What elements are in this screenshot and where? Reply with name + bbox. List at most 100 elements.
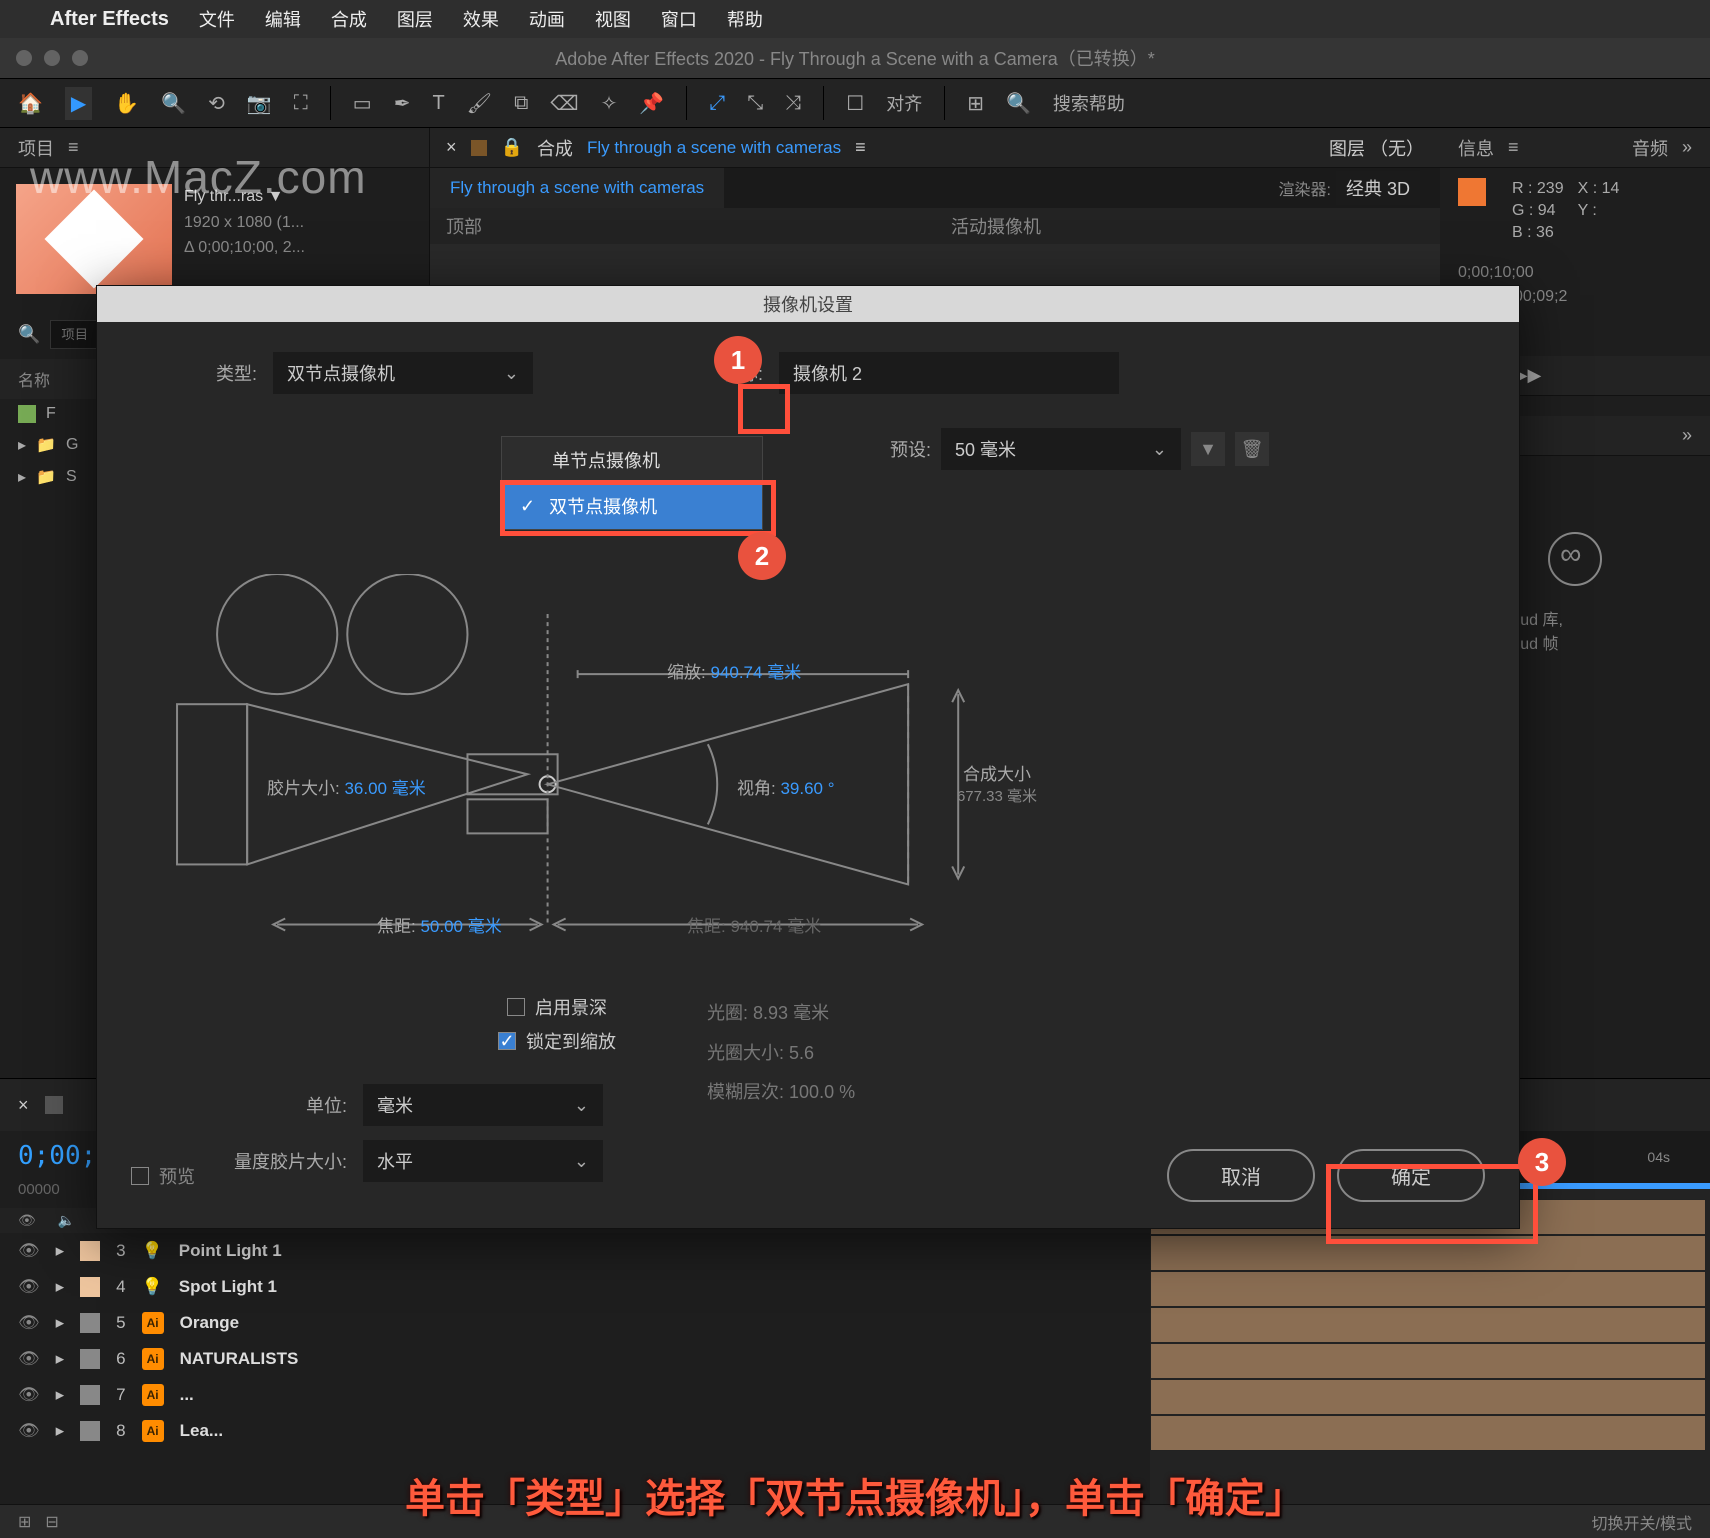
search-icon[interactable]: 🔍	[1006, 91, 1031, 116]
menu-layer[interactable]: 图层	[397, 6, 433, 32]
menu-animation[interactable]: 动画	[529, 6, 565, 32]
zoom-window-icon[interactable]	[72, 50, 88, 66]
visibility-toggle-icon[interactable]: 👁	[18, 1421, 40, 1441]
menu-view[interactable]: 视图	[595, 6, 631, 32]
pen-tool-icon[interactable]: ✒	[394, 91, 411, 116]
menu-effect[interactable]: 效果	[463, 6, 499, 32]
workspace-icon[interactable]: ⊞	[967, 91, 984, 116]
ok-button[interactable]: 确定	[1337, 1149, 1485, 1202]
toggle-switches-label[interactable]: 切换开关/模式	[1592, 1510, 1692, 1534]
visibility-toggle-icon[interactable]: 👁	[18, 1313, 40, 1333]
home-icon[interactable]: 🏠	[18, 91, 43, 116]
comp-name-link[interactable]: Fly through a scene with cameras	[587, 138, 841, 158]
camera-tool-icon[interactable]: 📷	[247, 91, 272, 116]
audio-column-icon[interactable]: 🔈	[58, 1212, 75, 1229]
project-item-name[interactable]: Fly thr...ras ▼	[184, 184, 305, 210]
layer-color-icon[interactable]	[80, 1421, 100, 1441]
orbit-tool-icon[interactable]: ⟲	[208, 91, 225, 116]
close-tab-icon[interactable]: ×	[18, 1095, 29, 1116]
roto-tool-icon[interactable]: ✧	[601, 91, 618, 116]
timeline-footer-icon[interactable]: ⊞	[18, 1512, 31, 1532]
menu-help[interactable]: 帮助	[727, 6, 763, 32]
layer-color-icon[interactable]	[80, 1313, 100, 1333]
axis-local-icon[interactable]: ⤢	[709, 92, 725, 115]
layer-color-icon[interactable]	[80, 1385, 100, 1405]
eraser-tool-icon[interactable]: ⌫	[550, 91, 578, 116]
traffic-lights[interactable]	[16, 50, 88, 66]
expand-icon[interactable]: »	[1682, 425, 1692, 446]
selection-tool-icon[interactable]: ▶	[65, 87, 92, 120]
save-preset-icon[interactable]: ▼	[1191, 432, 1225, 466]
visibility-toggle-icon[interactable]: 👁	[18, 1349, 40, 1369]
layer-track[interactable]	[1150, 1307, 1706, 1343]
preview-checkbox[interactable]	[131, 1167, 149, 1185]
eye-column-icon[interactable]: 👁	[18, 1212, 36, 1229]
units-select[interactable]: 毫米⌄	[363, 1084, 603, 1126]
layer-panel-label[interactable]: 图层 （无）	[1329, 135, 1424, 161]
type-tool-icon[interactable]: T	[432, 92, 444, 115]
pin-tool-icon[interactable]: 📌	[639, 91, 664, 116]
layer-track[interactable]	[1150, 1235, 1706, 1271]
info-panel-title[interactable]: 信息	[1458, 135, 1494, 161]
minimize-window-icon[interactable]	[44, 50, 60, 66]
timeline-tab-icon[interactable]	[45, 1096, 63, 1114]
renderer-selector[interactable]: 渲染器: 经典 3D	[1259, 168, 1440, 208]
film-size-value[interactable]: 36.00 毫米	[344, 779, 425, 798]
panel-menu-icon[interactable]: ≡	[855, 137, 866, 158]
timeline-footer-icon[interactable]: ⊟	[45, 1512, 58, 1532]
visibility-toggle-icon[interactable]: 👁	[18, 1385, 40, 1405]
angle-value[interactable]: 39.60 °	[780, 779, 834, 798]
clone-tool-icon[interactable]: ⧉	[514, 92, 528, 115]
delete-preset-icon[interactable]: 🗑	[1235, 432, 1269, 466]
layer-track[interactable]	[1150, 1271, 1706, 1307]
menu-file[interactable]: 文件	[199, 6, 235, 32]
layer-color-icon[interactable]	[80, 1241, 100, 1261]
close-window-icon[interactable]	[16, 50, 32, 66]
lock-zoom-checkbox[interactable]: ✓	[498, 1032, 516, 1050]
menu-edit[interactable]: 编辑	[265, 6, 301, 32]
brush-tool-icon[interactable]: 🖌	[467, 91, 492, 116]
axis-view-icon[interactable]: ⤨	[785, 92, 801, 115]
hand-tool-icon[interactable]: ✋	[114, 91, 139, 116]
dropdown-option-two-node[interactable]: ✓双节点摄像机	[502, 483, 762, 529]
snap-checkbox-icon[interactable]: ☐	[846, 91, 864, 116]
rectangle-tool-icon[interactable]: ▭	[353, 91, 372, 116]
cancel-button[interactable]: 取消	[1167, 1149, 1315, 1202]
layer-color-icon[interactable]	[80, 1349, 100, 1369]
layer-color-icon[interactable]	[80, 1277, 100, 1297]
lock-icon[interactable]: 🔒	[501, 137, 523, 158]
camera-name-input[interactable]: 摄像机 2	[779, 352, 1119, 394]
audio-panel-tab[interactable]: 音频	[1632, 135, 1668, 161]
view-top-label[interactable]: 顶部	[430, 208, 935, 244]
view-active-camera-label[interactable]: 活动摄像机	[935, 208, 1440, 244]
project-thumbnail[interactable]	[16, 184, 172, 294]
search-icon[interactable]: 🔍	[18, 324, 40, 345]
layer-track[interactable]	[1150, 1415, 1706, 1451]
focal-length-value[interactable]: 50.00 毫米	[420, 917, 501, 936]
comp-tab[interactable]: Fly through a scene with cameras	[430, 168, 724, 208]
axis-world-icon[interactable]: ⤡	[747, 92, 763, 115]
menu-window[interactable]: 窗口	[661, 6, 697, 32]
preview-label: 预览	[159, 1163, 195, 1189]
menu-composition[interactable]: 合成	[331, 6, 367, 32]
compsize-label: 合成大小	[937, 760, 1057, 785]
panel-menu-icon[interactable]: ≡	[68, 137, 79, 158]
preset-select[interactable]: 50 毫米⌄	[941, 428, 1181, 470]
layer-track[interactable]	[1150, 1379, 1706, 1415]
zoom-tool-icon[interactable]: 🔍	[161, 91, 186, 116]
zoom-value[interactable]: 940.74 毫米	[710, 663, 801, 682]
layer-name: Spot Light 1	[179, 1277, 277, 1297]
panel-menu-icon[interactable]: ≡	[1508, 137, 1519, 158]
dof-checkbox[interactable]	[507, 998, 525, 1016]
camera-type-select[interactable]: 双节点摄像机⌄	[273, 352, 533, 394]
expand-icon[interactable]: »	[1682, 137, 1692, 158]
project-panel-title[interactable]: 项目	[18, 135, 54, 161]
pan-behind-tool-icon[interactable]: ⛶	[294, 92, 308, 115]
app-name[interactable]: After Effects	[50, 8, 169, 31]
close-tab-icon[interactable]: ×	[446, 137, 457, 158]
dropdown-option-one-node[interactable]: 单节点摄像机	[502, 437, 762, 483]
layer-track[interactable]	[1150, 1343, 1706, 1379]
visibility-toggle-icon[interactable]: 👁	[18, 1241, 40, 1261]
visibility-toggle-icon[interactable]: 👁	[18, 1277, 40, 1297]
search-help-label[interactable]: 搜索帮助	[1053, 90, 1125, 116]
